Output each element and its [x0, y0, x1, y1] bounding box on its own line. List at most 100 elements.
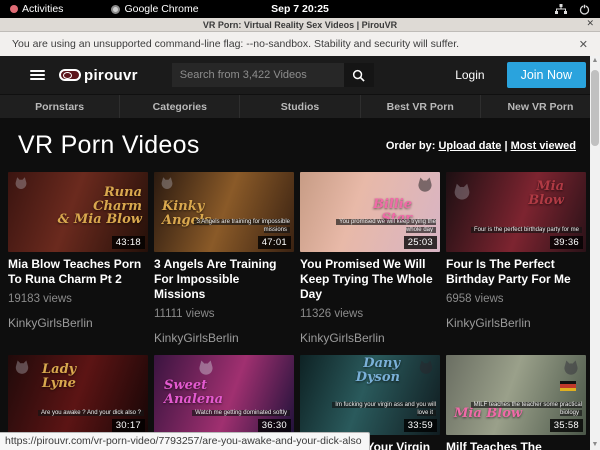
duration-badge: 47:01	[258, 236, 291, 249]
duration-badge: 35:58	[550, 419, 583, 432]
browser-titlebar: VR Porn: Virtual Reality Sex Videos | Pi…	[0, 18, 600, 32]
nav-item-categories[interactable]: Categories	[120, 95, 240, 118]
video-title[interactable]: You Promised We Will Keep Trying The Who…	[300, 257, 440, 302]
nav-item-best-vr[interactable]: Best VR Porn	[361, 95, 481, 118]
nav-item-new-vr[interactable]: New VR Porn	[481, 95, 600, 118]
video-card[interactable]: Mia Blow Four is the perfect birthday pa…	[446, 172, 586, 345]
system-top-bar: Activities Google Chrome Sep 7 20:25	[0, 0, 600, 18]
network-icon[interactable]	[555, 4, 567, 15]
thumb-caption: You promised we will keep trying the who…	[324, 219, 436, 235]
video-title[interactable]: Mia Blow Teaches Porn To Runa Charm Pt 2	[8, 257, 148, 287]
duration-badge: 36:30	[258, 419, 291, 432]
logo-text: pirouvr	[84, 67, 138, 84]
clock[interactable]: Sep 7 20:25	[271, 3, 329, 15]
activities-label: Activities	[22, 3, 63, 15]
recording-indicator-icon	[10, 5, 18, 13]
thumb-caption: 3 Angels are training for impossible mis…	[178, 219, 290, 235]
menu-icon[interactable]	[30, 70, 45, 80]
cat-logo-icon	[13, 359, 31, 375]
thumb-caption: Im fucking your virgin ass and you will …	[324, 402, 436, 418]
thumb-signature: Dany Dyson	[356, 357, 400, 384]
chrome-app-menu[interactable]: Google Chrome	[111, 3, 198, 15]
video-channel[interactable]: KinkyGirlsBerlin	[154, 331, 294, 345]
video-title[interactable]: 3 Angels Are Training For Impossible Mis…	[154, 257, 294, 302]
video-card[interactable]: Mia Blow MILF teaches the teacher some p…	[446, 355, 586, 450]
video-thumbnail[interactable]: Sweet Analena Watch me getting dominated…	[154, 355, 294, 435]
video-title[interactable]: Four Is The Perfect Birthday Party For M…	[446, 257, 586, 287]
order-by: Order by: Upload date | Most viewed	[386, 140, 580, 152]
infobar-close-icon[interactable]: ✕	[579, 38, 588, 51]
duration-badge: 33:59	[404, 419, 437, 432]
join-now-button[interactable]: Join Now	[507, 62, 586, 88]
scrollbar-thumb[interactable]	[591, 70, 599, 146]
scroll-down-icon[interactable]: ▼	[590, 440, 600, 450]
cat-logo-icon	[415, 176, 435, 193]
thumb-caption: Are you awake ? And your dick also ?	[38, 410, 144, 418]
video-title[interactable]: Milf Teaches The Teacher Some Practical …	[446, 440, 586, 450]
video-channel[interactable]: KinkyGirlsBerlin	[446, 316, 586, 330]
cat-logo-icon	[196, 359, 216, 376]
power-icon[interactable]	[579, 4, 590, 15]
video-thumbnail[interactable]: Mia Blow MILF teaches the teacher some p…	[446, 355, 586, 435]
infobar-message: You are using an unsupported command-lin…	[12, 38, 459, 50]
status-url-bubble: https://pirouvr.com/vr-porn-video/779325…	[0, 432, 370, 450]
search-area	[172, 63, 374, 87]
video-channel[interactable]: KinkyGirlsBerlin	[300, 331, 440, 345]
cat-logo-icon	[13, 176, 29, 190]
nav-item-pornstars[interactable]: Pornstars	[0, 95, 120, 118]
duration-badge: 43:18	[112, 236, 145, 249]
video-thumbnail[interactable]: Mia Blow Four is the perfect birthday pa…	[446, 172, 586, 252]
video-card[interactable]: Billie Star You promised we will keep tr…	[300, 172, 440, 345]
cat-logo-icon	[561, 359, 581, 376]
page-viewport: pirouvr Login Join Now Pornstars Categor…	[0, 56, 600, 450]
scroll-up-icon[interactable]: ▲	[590, 56, 600, 66]
order-most-viewed-link[interactable]: Most viewed	[511, 140, 576, 152]
video-views: 19183 views	[8, 293, 148, 305]
chrome-app-label: Google Chrome	[124, 3, 198, 15]
cat-logo-icon	[159, 176, 175, 190]
video-thumbnail[interactable]: Billie Star You promised we will keep tr…	[300, 172, 440, 252]
thumb-caption: Watch me getting dominated softly	[192, 410, 290, 418]
window-title: VR Porn: Virtual Reality Sex Videos | Pi…	[203, 20, 397, 30]
window-close-icon[interactable]: ✕	[586, 18, 594, 29]
video-thumbnail[interactable]: Kinky Angels 3 Angels are training for i…	[154, 172, 294, 252]
thumb-caption: Four is the perfect birthday party for m…	[471, 227, 582, 235]
duration-badge: 30:17	[112, 419, 145, 432]
login-link[interactable]: Login	[455, 68, 484, 82]
page-heading-row: VR Porn Videos Order by: Upload date | M…	[0, 118, 600, 172]
thumb-signature: Lady Lyne	[42, 363, 76, 390]
site-nav: Pornstars Categories Studios Best VR Por…	[0, 94, 600, 118]
duration-badge: 39:36	[550, 236, 583, 249]
search-icon	[352, 69, 365, 82]
german-flag-icon	[560, 381, 576, 391]
order-upload-date-link[interactable]: Upload date	[438, 140, 501, 152]
thumb-signature: Runa Charm & Mia Blow	[58, 186, 142, 227]
video-card[interactable]: Kinky Angels 3 Angels are training for i…	[154, 172, 294, 345]
video-card[interactable]: Runa Charm & Mia Blow 43:18 Mia Blow Tea…	[8, 172, 148, 345]
search-input[interactable]	[172, 63, 344, 87]
site-logo[interactable]: pirouvr	[59, 67, 138, 84]
vr-goggles-icon	[59, 69, 81, 81]
page-title: VR Porn Videos	[18, 131, 200, 160]
video-views: 11326 views	[300, 308, 440, 320]
nav-item-studios[interactable]: Studios	[240, 95, 360, 118]
video-views: 11111 views	[154, 308, 294, 320]
cat-logo-icon	[417, 359, 435, 375]
video-channel[interactable]: KinkyGirlsBerlin	[8, 316, 148, 330]
order-by-label: Order by:	[386, 140, 436, 152]
duration-badge: 25:03	[404, 236, 437, 249]
thumb-caption: MILF teaches the teacher some practical …	[470, 402, 582, 418]
video-views: 6958 views	[446, 293, 586, 305]
chrome-infobar: You are using an unsupported command-lin…	[0, 32, 600, 57]
activities-button[interactable]: Activities	[10, 3, 63, 15]
video-thumbnail[interactable]: Dany Dyson Im fucking your virgin ass an…	[300, 355, 440, 435]
chrome-icon	[111, 5, 120, 14]
video-thumbnail[interactable]: Runa Charm & Mia Blow 43:18	[8, 172, 148, 252]
thumb-signature: Sweet Analena	[164, 379, 223, 406]
cat-logo-icon	[451, 182, 473, 201]
page-scrollbar[interactable]: ▲ ▼	[590, 56, 600, 450]
video-grid-row1: Runa Charm & Mia Blow 43:18 Mia Blow Tea…	[0, 172, 600, 345]
video-thumbnail[interactable]: Lady Lyne Are you awake ? And your dick …	[8, 355, 148, 435]
site-header: pirouvr Login Join Now	[0, 56, 600, 94]
search-button[interactable]	[344, 63, 374, 87]
